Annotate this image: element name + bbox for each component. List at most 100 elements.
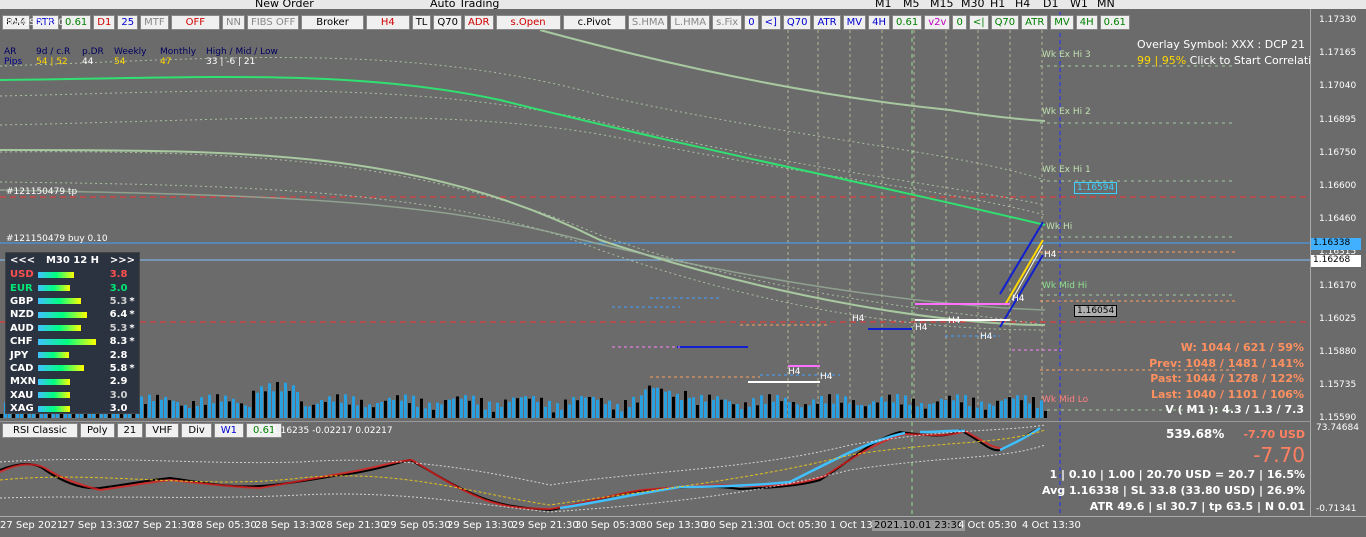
indicator-button[interactable]: ATR [1021,15,1049,30]
indicator-button[interactable]: MV [1050,15,1074,30]
strength-prev-button[interactable]: <<< [10,255,35,266]
pips-value: 44 [82,57,94,67]
subwindow-button[interactable]: RSI Classic [2,423,79,438]
volume-bar [968,405,971,418]
price-scale-label: 1.15880 [1319,347,1357,357]
volume-bar [204,404,207,418]
volume-bar [948,395,951,418]
subwindow-button[interactable]: W1 [213,423,245,438]
pips-header: Weekly [114,47,147,57]
volume-bar [432,409,435,418]
indicator-button[interactable]: <| [968,15,989,30]
volume-bar [760,395,763,418]
indicator-button[interactable]: OFF [170,15,220,30]
volume-bar [484,409,487,418]
volume-bar [652,388,655,418]
weekly-level-label: Wk Hi [1046,222,1073,232]
indicator-button[interactable]: 4H [1075,15,1098,30]
volume-bar [956,394,959,418]
subwindow-button[interactable]: Poly [80,423,115,438]
volume-bar [776,395,779,418]
h4-label: H4 [948,316,961,326]
pips-header: p.DR [82,47,104,57]
indicator-button[interactable]: c.Pivot [562,15,626,30]
indicator-button[interactable]: 0.61 [61,15,92,30]
strength-currency: NZD [10,309,34,321]
pips-header: 9d / c.R [36,47,71,57]
strength-row: NZD 6.4 * [10,308,135,321]
indicator-button[interactable]: MTF [140,15,169,30]
pips-value: 33 | -6 | 21 [206,57,256,67]
volume-bar [352,396,355,418]
strength-bar [38,365,84,372]
indicator-button[interactable]: s.Open [495,15,561,30]
volume-bar [772,401,775,418]
correlation-control[interactable]: 99 | 95% Click to Start Correlation [1137,54,1325,67]
indicator-button[interactable]: 0 [744,15,759,30]
indicator-button[interactable]: <] [760,15,781,30]
volume-bar [1036,408,1039,418]
correlation-text[interactable]: Click to Start Correlation [1186,54,1325,67]
strength-row: AUD 5.3 * [10,322,135,335]
strength-value: 3.0 [109,389,128,401]
strength-bar [37,392,71,399]
strength-next-button[interactable]: >>> [110,255,135,266]
indicator-button[interactable]: 0.61 [1099,15,1130,30]
indicator-button[interactable]: 0 [952,15,967,30]
current-price-lo: 1.16268 [1311,255,1361,267]
price-scale-label: 1.16025 [1319,313,1357,324]
volume-bar [300,401,303,418]
indicator-button[interactable]: v2v [924,15,951,30]
volume-bar [504,399,507,418]
volume-bar [656,387,659,418]
subwindow-button[interactable]: 21 [116,423,144,438]
volume-bar [604,404,607,418]
volume-bar [660,388,663,418]
indicator-button[interactable]: L.HMA [670,15,711,30]
indicator-button[interactable]: ADR [464,15,494,30]
volume-bar [728,401,731,418]
indicator-button[interactable]: Q70 [990,15,1020,30]
indicator-button[interactable]: 25 [117,15,139,30]
time-axis-label: 28 Sep 21:30 [320,520,387,531]
indicator-button[interactable]: Broker [301,15,364,30]
volume-bar [328,396,331,418]
volume-bar [936,401,939,418]
subwindow-button[interactable]: VHF [145,423,180,438]
indicator-button[interactable]: Q70 [782,15,812,30]
overlay-symbol: Overlay Symbol: XXX : DCP 21 [1137,38,1306,51]
strength-value: 8.3 [109,336,128,348]
indicator-button[interactable]: MV [842,15,867,30]
indicator-button[interactable]: D1 [93,15,116,30]
indicator-button[interactable]: FIBS OFF [246,15,300,30]
time-axis-label: 28 Sep 05:30 [190,520,257,531]
volume-bar [412,395,415,418]
weekly-level-label: Wk Mid Lo [1042,395,1089,405]
indicator-button[interactable]: TL [411,15,432,30]
time-axis-label: 27 Sep 13:30 [62,520,129,531]
correlation-pct: 99 | 95% [1137,54,1187,67]
indicator-button[interactable]: ATR [813,15,841,30]
volume-bar [900,404,903,418]
volume-bar [696,405,699,418]
indicator-button[interactable]: 4H [868,15,890,30]
indicator-button[interactable]: H4 [365,15,410,30]
volume-bar [304,406,307,418]
volume-bar [680,400,683,418]
indicator-button[interactable]: Q70 [433,15,462,30]
volume-bar [516,398,519,418]
indicator-button[interactable]: NN [221,15,245,30]
volume-bar [908,404,911,418]
volume-bar [828,394,831,418]
strength-row: XAU 3.0 [10,389,135,402]
strength-value: 2.8 [109,349,128,361]
volume-bar [0,414,3,418]
volume-bar [972,397,975,418]
time-axis[interactable]: 27 Sep 2021 27 Sep 13:30 27 Sep 21:30 28 Se… [0,516,1366,537]
subwindow-button[interactable]: Div [181,423,212,438]
indicator-button[interactable]: s.Fix [712,15,743,30]
volume-bar [520,397,523,418]
indicator-button[interactable]: 0.61 [891,15,923,30]
volume-bar [288,390,291,418]
indicator-button[interactable]: S.HMA [627,15,669,30]
